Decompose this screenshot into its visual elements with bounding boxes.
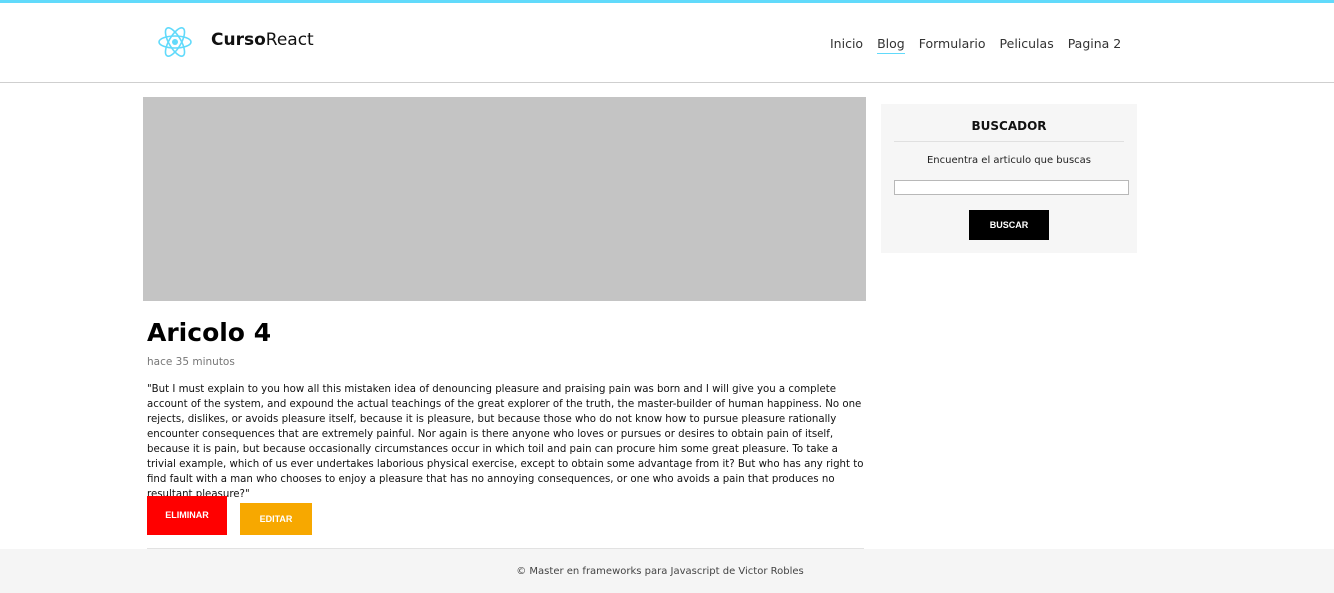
search-sidebar: BUSCADOR Encuentra el articulo que busca… [881,104,1137,253]
main-nav: Inicio Blog Formulario Peliculas Pagina … [830,36,1135,54]
article-title: Aricolo 4 [147,318,272,347]
footer-text: © Master en frameworks para Javascript d… [516,566,804,577]
article-date: hace 35 minutos [147,356,235,368]
sidebar-divider [894,141,1124,142]
sidebar-title: BUSCADOR [971,119,1047,133]
nav-formulario[interactable]: Formulario [919,36,986,54]
sidebar-description: Encuentra el articulo que buscas [926,155,1092,166]
nav-blog[interactable]: Blog [877,36,905,54]
brand-title[interactable]: CursoReact [211,30,314,50]
brand-bold: Curso [211,30,266,50]
react-atom-icon[interactable] [157,24,193,60]
search-input[interactable] [894,180,1129,195]
delete-button[interactable]: ELIMINAR [147,496,227,535]
site-footer: © Master en frameworks para Javascript d… [0,549,1334,593]
edit-button[interactable]: EDITAR [240,503,312,535]
site-header: CursoReact Inicio Blog Formulario Pelicu… [0,3,1334,83]
nav-inicio[interactable]: Inicio [830,36,863,54]
article-image [143,97,866,301]
nav-peliculas[interactable]: Peliculas [1000,36,1054,54]
search-button[interactable]: BUSCAR [969,210,1049,240]
article-body: "But I must explain to you how all this … [147,384,864,500]
nav-pagina-2[interactable]: Pagina 2 [1068,36,1122,54]
brand-light: React [265,30,314,50]
